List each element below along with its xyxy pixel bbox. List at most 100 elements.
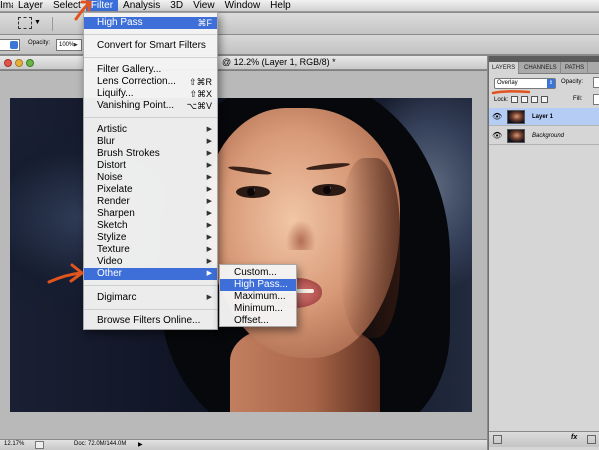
canvas-area[interactable] — [0, 71, 487, 439]
menu-item-filter-gallery[interactable]: Filter Gallery... — [84, 64, 217, 76]
layer-row[interactable]: 👁 Layer 1 — [489, 108, 599, 126]
lock-label: Lock: — [494, 96, 509, 103]
submenu-arrow-icon: ▶ — [206, 294, 212, 301]
menu-item-stylize[interactable]: Stylize ▶ — [84, 232, 217, 244]
panel-footer: fx — [489, 431, 599, 447]
submenu-arrow-icon: ▶ — [206, 234, 212, 241]
fx-icon[interactable]: fx — [571, 434, 577, 441]
layer-thumbnail — [507, 129, 525, 143]
submenu-arrow-icon: ▶ — [206, 222, 212, 229]
submenu-arrow-icon: ▶ — [206, 138, 212, 145]
blend-mode-select[interactable]: Overlay ⇕ — [494, 78, 556, 89]
menu-item-high-pass[interactable]: High Pass... — [220, 279, 296, 291]
menu-item-maximum[interactable]: Maximum... — [220, 291, 296, 303]
menu-item-browse-filters-online[interactable]: Browse Filters Online... — [84, 315, 217, 327]
tab-channels[interactable]: CHANNELS — [521, 62, 561, 74]
submenu-arrow-icon: ▶ — [206, 126, 212, 133]
visibility-eye-icon[interactable]: 👁 — [492, 130, 502, 142]
other-submenu: Custom... High Pass... Maximum... Minimu… — [219, 264, 297, 327]
submenu-arrow-icon: ▶ — [206, 210, 212, 217]
menu-analysis[interactable]: Analysis — [118, 0, 165, 11]
mode-select[interactable] — [0, 39, 20, 51]
menu-view[interactable]: View — [188, 0, 220, 11]
menu-item-lens-correction[interactable]: Lens Correction... ⇧⌘R — [84, 76, 217, 88]
menu-item-convert-smart-filters[interactable]: Convert for Smart Filters — [84, 40, 217, 52]
document-window: @ 12.2% (Layer 1, RGB/8) * 12.17% Doc: 7… — [0, 56, 487, 450]
lock-all-icon[interactable] — [541, 96, 549, 103]
menu-item-pixelate[interactable]: Pixelate ▶ — [84, 184, 217, 196]
menu-item-offset[interactable]: Offset... — [220, 315, 296, 327]
lock-position-icon[interactable] — [531, 96, 539, 103]
menu-item-blur[interactable]: Blur ▶ — [84, 136, 217, 148]
menu-layer[interactable]: Layer — [13, 0, 48, 11]
layers-panel: LAYERS CHANNELS PATHS Overlay ⇕ Opacity:… — [488, 56, 599, 450]
link-layers-icon[interactable] — [493, 435, 502, 444]
status-icon[interactable] — [35, 441, 44, 449]
submenu-arrow-icon: ▶ — [206, 174, 212, 181]
chevron-right-icon[interactable]: ▶ — [138, 441, 143, 448]
layer-opacity-field[interactable] — [593, 77, 599, 88]
submenu-arrow-icon: ▶ — [206, 162, 212, 169]
layer-opacity-label: Opacity: — [561, 79, 584, 85]
menu-item-brush-strokes[interactable]: Brush Strokes ▶ — [84, 148, 217, 160]
divider — [52, 17, 53, 31]
layer-name: Background — [532, 133, 565, 139]
menu-item-vanishing-point[interactable]: Vanishing Point... ⌥⌘V — [84, 100, 217, 112]
status-bar: 12.17% Doc: 72.0M/144.0M ▶ — [0, 439, 487, 450]
submenu-arrow-icon: ▶ — [206, 150, 212, 157]
tab-layers[interactable]: LAYERS — [489, 62, 520, 74]
minimize-icon[interactable] — [15, 59, 23, 67]
menu-item-texture[interactable]: Texture ▶ — [84, 244, 217, 256]
menu-item-minimum[interactable]: Minimum... — [220, 303, 296, 315]
filter-menu: High Pass ⌘F Convert for Smart Filters F… — [83, 12, 218, 330]
menu-item-artistic[interactable]: Artistic ▶ — [84, 124, 217, 136]
submenu-arrow-icon: ▶ — [206, 246, 212, 253]
menubar: Image Layer Select Filter Analysis 3D Vi… — [0, 0, 599, 12]
menu-item-custom[interactable]: Custom... — [220, 267, 296, 279]
submenu-arrow-icon: ▶ — [206, 270, 212, 277]
menu-window[interactable]: Window — [220, 0, 266, 11]
portrait-image[interactable] — [10, 98, 472, 412]
menu-item-sketch[interactable]: Sketch ▶ — [84, 220, 217, 232]
tab-paths[interactable]: PATHS — [562, 62, 589, 74]
blend-mode-value: Overlay — [497, 80, 518, 86]
menu-item-last-filter[interactable]: High Pass ⌘F — [84, 17, 217, 29]
visibility-eye-icon[interactable]: 👁 — [492, 111, 502, 123]
submenu-arrow-icon: ▶ — [206, 258, 212, 265]
submenu-arrow-icon: ▶ — [206, 198, 212, 205]
menu-item-render[interactable]: Render ▶ — [84, 196, 217, 208]
menu-image[interactable]: Image — [0, 0, 13, 11]
close-icon[interactable] — [4, 59, 12, 67]
chevron-down-icon: ⇕ — [547, 79, 555, 88]
fill-field[interactable] — [593, 94, 599, 105]
menu-help[interactable]: Help — [265, 0, 296, 11]
lock-transparency-icon[interactable] — [511, 96, 519, 103]
zoom-level[interactable]: 12.17% — [4, 441, 24, 447]
submenu-arrow-icon: ▶ — [206, 186, 212, 193]
zoom-icon[interactable] — [26, 59, 34, 67]
menu-item-digimarc[interactable]: Digimarc ▶ — [84, 292, 217, 304]
opacity-field[interactable]: 100% — [56, 39, 82, 51]
document-title-bar: @ 12.2% (Layer 1, RGB/8) * — [0, 56, 487, 70]
menu-item-video[interactable]: Video ▶ — [84, 256, 217, 268]
opacity-label: Opacity: — [28, 40, 51, 46]
menu-filter[interactable]: Filter — [85, 0, 119, 11]
menu-3d[interactable]: 3D — [165, 0, 188, 11]
new-layer-icon[interactable] — [587, 435, 596, 444]
lock-row: Lock: — [494, 96, 549, 103]
menu-select[interactable]: Select — [48, 0, 86, 11]
document-title: @ 12.2% (Layer 1, RGB/8) * — [222, 57, 336, 67]
layer-name: Layer 1 — [532, 114, 554, 120]
menu-item-noise[interactable]: Noise ▶ — [84, 172, 217, 184]
lock-image-icon[interactable] — [521, 96, 529, 103]
menu-item-liquify[interactable]: Liquify... ⇧⌘X — [84, 88, 217, 100]
menu-item-distort[interactable]: Distort ▶ — [84, 160, 217, 172]
chevron-down-icon[interactable]: ▼ — [34, 19, 41, 26]
fill-label: Fill: — [573, 96, 583, 102]
menu-item-sharpen[interactable]: Sharpen ▶ — [84, 208, 217, 220]
panel-tabs: LAYERS CHANNELS PATHS — [489, 62, 599, 74]
chevron-right-icon[interactable]: ▶ — [74, 42, 78, 48]
marquee-tool-icon[interactable] — [18, 17, 32, 29]
layer-row[interactable]: 👁 Background — [489, 127, 599, 145]
menu-item-other[interactable]: Other ▶ — [84, 268, 217, 280]
